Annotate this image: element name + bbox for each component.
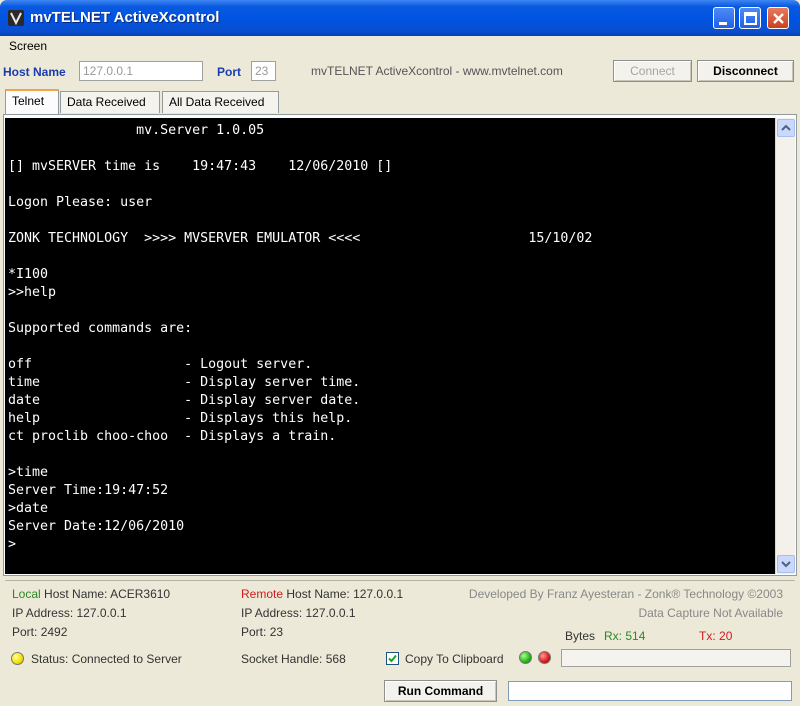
terminal-line: Logon Please: user [8, 195, 153, 210]
terminal-line: >time [8, 465, 49, 480]
bytes-label: Bytes [565, 629, 596, 643]
menu-screen[interactable]: Screen [9, 39, 47, 53]
terminal-line: > [8, 537, 17, 552]
status-indicator-icon [11, 652, 24, 665]
terminal-line: help - Displays this help. [8, 411, 353, 426]
terminal-line: >>help [8, 285, 57, 300]
local-ip-line: IP Address: 127.0.0.1 [12, 606, 127, 620]
remote-port-line: Port: 23 [241, 625, 284, 639]
terminal-line: ct proclib choo-choo - Displays a train. [8, 429, 337, 444]
tab-data-received[interactable]: Data Received [60, 91, 160, 113]
remote-ip-line: IP Address: 127.0.0.1 [241, 606, 356, 620]
port-input[interactable]: 23 [251, 61, 276, 81]
copy-clipboard-label[interactable]: Copy To Clipboard [405, 652, 504, 666]
terminal-line: *I100 [8, 267, 49, 282]
local-host-line: Local Host Name: ACER3610 [12, 587, 171, 601]
title-bar[interactable]: mvTELNET ActiveXcontrol [0, 0, 800, 36]
terminal-line: Supported commands are: [8, 321, 193, 336]
activity-progress-bar [561, 649, 791, 667]
tab-telnet[interactable]: Telnet [5, 89, 59, 114]
scroll-down-button[interactable] [777, 555, 795, 573]
tab-all-data-received[interactable]: All Data Received [162, 91, 279, 113]
terminal-line: Server Time:19:47:52 [8, 483, 169, 498]
terminal-line: [] mvSERVER time is 19:47:43 12/06/2010 … [8, 159, 393, 174]
status-panel: Local Host Name: ACER3610 IP Address: 12… [5, 580, 795, 676]
status-text: Status: Connected to Server [31, 652, 182, 666]
scroll-up-button[interactable] [777, 119, 795, 137]
host-name-input[interactable]: 127.0.0.1 [79, 61, 203, 81]
terminal-scrollbar[interactable] [775, 118, 795, 574]
rx-led-icon [519, 651, 532, 664]
terminal-screen[interactable]: mv.Server 1.0.05 [] mvSERVER time is 19:4… [5, 118, 775, 574]
data-capture-text: Data Capture Not Available [638, 606, 783, 620]
rx-counter: Rx: 514 [604, 629, 646, 643]
developed-by-text: Developed By Franz Ayesteran - Zonk® Tec… [468, 587, 783, 601]
tab-strip: Telnet Data Received All Data Received [0, 89, 800, 114]
terminal-line: date - Display server date. [8, 393, 361, 408]
menu-bar: Screen [0, 36, 800, 58]
socket-handle-text: Socket Handle: 568 [241, 652, 346, 666]
tx-led-icon [538, 651, 551, 664]
terminal-line: Server Date:12/06/2010 [8, 519, 185, 534]
host-name-label: Host Name [3, 65, 66, 79]
command-input[interactable] [508, 681, 792, 701]
copy-clipboard-checkbox[interactable] [386, 652, 399, 665]
terminal-line: ZONK TECHNOLOGY >>>> MVSERVER EMULATOR <… [8, 231, 593, 246]
local-port-line: Port: 2492 [12, 625, 68, 639]
terminal-line: >date [8, 501, 49, 516]
maximize-button[interactable] [739, 7, 761, 29]
connection-bar: Host Name 127.0.0.1 Port 23 mvTELNET Act… [0, 58, 800, 86]
terminal-line: mv.Server 1.0.05 [8, 123, 265, 138]
app-icon [7, 9, 25, 27]
minimize-button[interactable] [713, 7, 735, 29]
close-button[interactable] [767, 7, 789, 29]
window-title: mvTELNET ActiveXcontrol [30, 9, 220, 26]
connect-button[interactable]: Connect [613, 60, 692, 82]
run-command-button[interactable]: Run Command [384, 680, 497, 702]
disconnect-button[interactable]: Disconnect [697, 60, 794, 82]
banner-text: mvTELNET ActiveXcontrol - www.mvtelnet.c… [311, 64, 563, 78]
tx-counter: Tx: 20 [699, 629, 733, 643]
port-label: Port [217, 65, 241, 79]
terminal-line: off - Logout server. [8, 357, 313, 372]
remote-host-line: Remote Host Name: 127.0.0.1 [241, 587, 404, 601]
terminal-line: time - Display server time. [8, 375, 361, 390]
